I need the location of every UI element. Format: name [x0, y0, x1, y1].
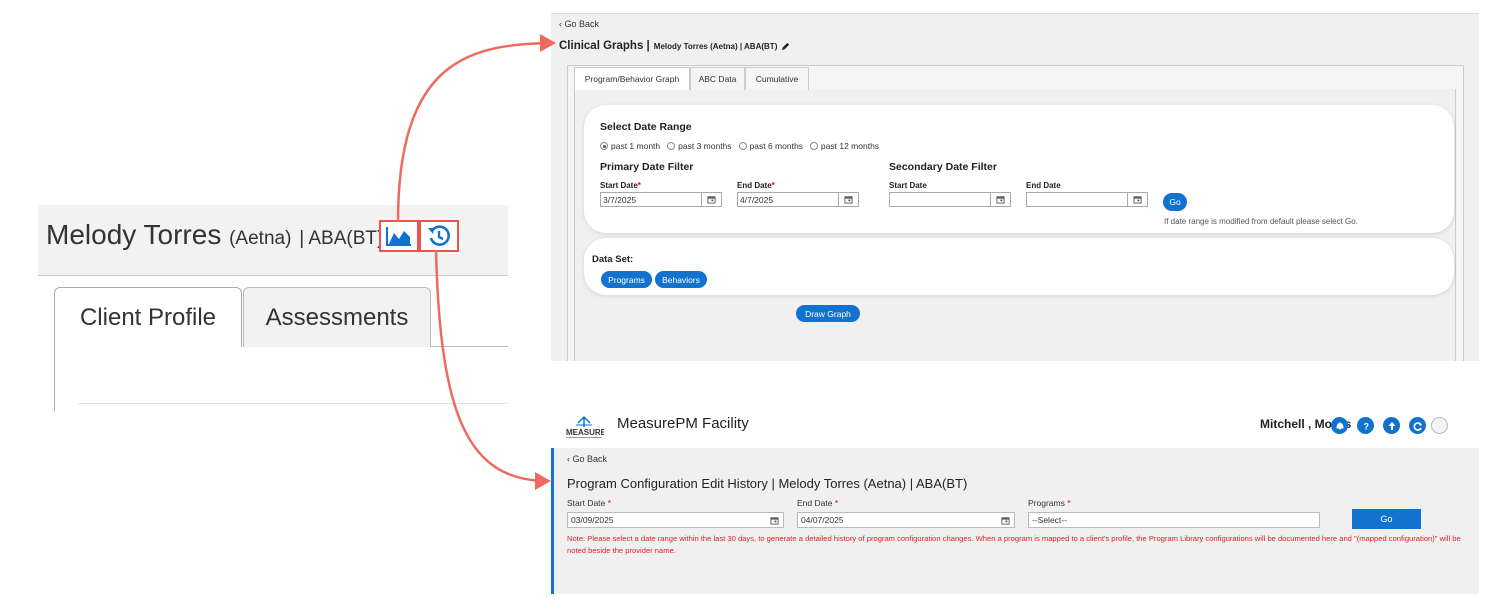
tab-program-behavior-graph[interactable]: Program/Behavior Graph [574, 67, 690, 90]
start-date-label: Start Date * [567, 498, 611, 508]
calendar-icon[interactable] [702, 192, 722, 207]
date-range-note: Note: Please select a date range within … [567, 534, 1461, 555]
date-range-options: past 1 month past 3 months past 6 months… [600, 141, 879, 151]
data-set-heading: Data Set: [592, 254, 634, 265]
secondary-filter-heading: Secondary Date Filter [889, 161, 997, 173]
notification-icon[interactable] [1331, 417, 1348, 434]
primary-filter-heading: Primary Date Filter [600, 161, 694, 173]
calendar-icon[interactable] [766, 512, 784, 528]
calendar-icon[interactable] [997, 512, 1015, 528]
tab-abc-data[interactable]: ABC Data [690, 67, 745, 90]
radio-icon [667, 142, 676, 150]
programs-select[interactable]: --Select-- [1028, 512, 1320, 528]
primary-start-label: Start Date* [600, 181, 641, 190]
arrow-to-clinical-graphs [396, 41, 549, 223]
go-note: If date range is modified from default p… [1164, 217, 1358, 226]
data-set-card: Data Set: Programs Behaviors [584, 238, 1454, 295]
radio-past-6-months[interactable]: past 6 months [738, 141, 803, 151]
tab-assessments[interactable]: Assessments [243, 287, 431, 347]
svg-text:MEASURE: MEASURE [566, 428, 604, 437]
programs-chip[interactable]: Programs [601, 271, 652, 288]
client-program-tag: | ABA(BT) [299, 228, 384, 249]
client-name: Melody Torres [46, 219, 222, 250]
behaviors-chip[interactable]: Behaviors [655, 271, 707, 288]
go-button[interactable]: Go [1163, 193, 1187, 211]
tab-panel-border [54, 347, 55, 411]
clinical-graph-button[interactable] [379, 220, 419, 252]
primary-start-date-input[interactable]: 3/7/2025 [600, 192, 702, 207]
radio-icon [809, 142, 818, 150]
app-header: MEASURE MeasurePM Facility Mitchell , Mo… [551, 401, 1479, 448]
client-title: Melody Torres (Aetna) | ABA(BT) [46, 219, 383, 251]
svg-text:?: ? [1363, 421, 1369, 431]
program-config-page: ‹ Go Back Program Configuration Edit His… [551, 448, 1479, 594]
go-back-link[interactable]: ‹ Go Back [567, 454, 607, 464]
end-date-label: End Date * [797, 498, 839, 508]
end-date-input[interactable]: 04/07/2025 [797, 512, 998, 528]
secondary-end-label: End Date [1026, 181, 1061, 190]
pencil-icon[interactable] [781, 42, 790, 51]
primary-end-date-input[interactable]: 4/7/2025 [737, 192, 839, 207]
date-range-heading: Select Date Range [600, 121, 692, 133]
calendar-icon[interactable] [991, 192, 1011, 207]
go-button[interactable]: Go [1352, 509, 1421, 529]
primary-end-label: End Date* [737, 181, 775, 190]
draw-graph-button[interactable]: Draw Graph [796, 305, 860, 322]
radio-icon [600, 142, 608, 150]
refresh-icon[interactable] [1409, 417, 1426, 434]
upload-icon[interactable] [1383, 417, 1400, 434]
radio-icon [738, 142, 747, 150]
programs-label: Programs * [1028, 498, 1071, 508]
page-subtitle: Melody Torres (Aetna) | ABA(BT) [653, 41, 778, 51]
clinical-graphs-page: ‹ Go Back Clinical Graphs | Melody Torre… [551, 13, 1479, 361]
go-back-link[interactable]: ‹ Go Back [559, 19, 599, 29]
page-title: Program Configuration Edit History | Mel… [567, 476, 968, 491]
tab-client-profile[interactable]: Client Profile [54, 287, 242, 347]
tab-baseline [431, 346, 508, 347]
edit-history-icon [428, 225, 450, 246]
radio-past-3-months[interactable]: past 3 months [667, 141, 732, 151]
start-date-input[interactable]: 03/09/2025 [567, 512, 767, 528]
help-icon[interactable]: ? [1357, 417, 1374, 434]
arrowhead [535, 472, 551, 490]
facility-name: MeasurePM Facility [617, 415, 749, 432]
radio-past-12-months[interactable]: past 12 months [809, 141, 879, 151]
client-header-zoom: Melody Torres (Aetna) | ABA(BT) Client P… [38, 205, 508, 411]
avatar[interactable] [1431, 417, 1448, 434]
divider [78, 403, 508, 404]
edit-history-button[interactable] [419, 220, 459, 252]
clinical-graph-icon [386, 227, 411, 246]
calendar-icon[interactable] [1128, 192, 1148, 207]
tab-cumulative[interactable]: Cumulative [745, 67, 809, 90]
radio-past-1-month[interactable]: past 1 month [600, 141, 660, 151]
client-payer: (Aetna) [229, 228, 292, 249]
secondary-start-date-input[interactable] [889, 192, 991, 207]
secondary-end-date-input[interactable] [1026, 192, 1128, 207]
measure-logo: MEASURE [564, 413, 607, 441]
calendar-icon[interactable] [839, 192, 859, 207]
date-range-card: Select Date Range past 1 month past 3 mo… [584, 105, 1454, 233]
secondary-start-label: Start Date [889, 181, 927, 190]
page-title: Clinical Graphs | Melody Torres (Aetna) … [559, 40, 790, 52]
